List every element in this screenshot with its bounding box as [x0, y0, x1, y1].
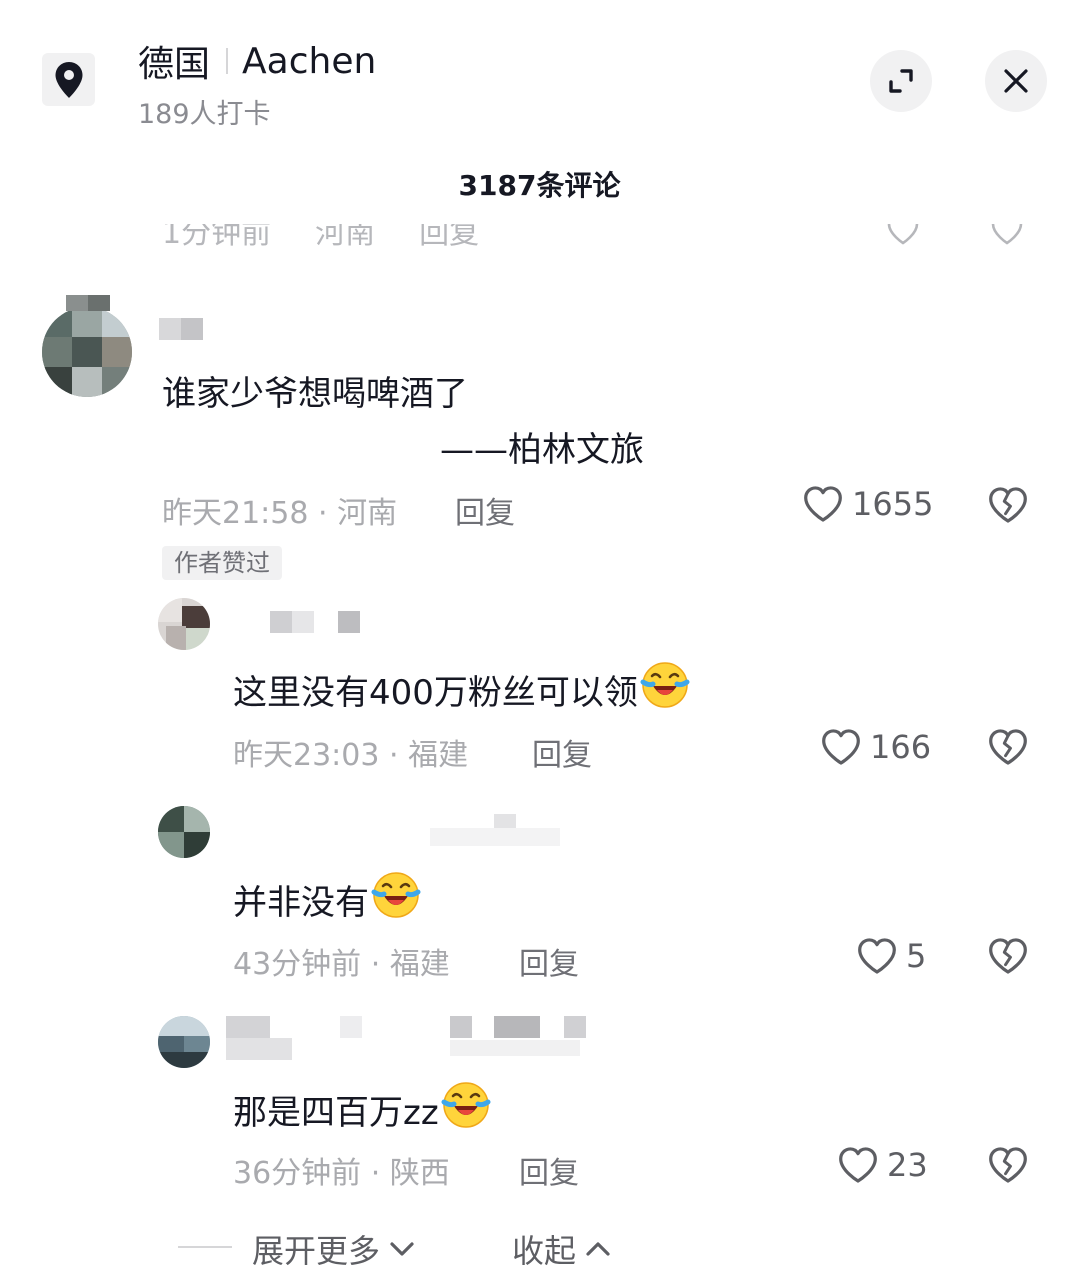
username-pixelated[interactable]: [430, 814, 570, 848]
comment-location: 河南: [337, 496, 398, 531]
comment-time: 昨天23:03: [233, 738, 380, 773]
dislike-button[interactable]: [987, 727, 1029, 771]
comment-count-title: 3187条评论: [458, 169, 621, 202]
broken-heart-icon: [989, 938, 1027, 974]
like-button[interactable]: 1655: [802, 484, 933, 524]
comment-meta: 43分钟前 · 福建: [233, 947, 450, 982]
dislike-button[interactable]: [987, 485, 1029, 529]
comment-location: 陕西: [389, 1156, 450, 1191]
reply-button[interactable]: 回复: [455, 488, 515, 532]
close-button[interactable]: [985, 50, 1047, 112]
crying-laughing-emoji: [371, 872, 421, 918]
comment-text: 这里没有400万粉丝可以领: [233, 660, 690, 714]
comment-location: 福建: [408, 738, 469, 773]
comment-text: 那是四百万zz: [233, 1080, 491, 1134]
crying-laughing-emoji: [441, 1082, 491, 1128]
broken-heart-icon: [989, 729, 1027, 765]
username-pixelated[interactable]: [66, 295, 136, 315]
crying-laughing-emoji: [640, 662, 690, 708]
like-button[interactable]: 5: [856, 936, 926, 976]
scrolled-away-row: 1分钟前 河南 回复: [0, 224, 1079, 250]
like-count: 23: [887, 1146, 928, 1184]
title-divider: [226, 48, 229, 74]
heart-icon: [839, 1147, 877, 1183]
country-name: 德国: [138, 44, 211, 85]
city-name: Aachen: [242, 40, 377, 82]
comments-sheet: 德国 Aachen 189人打卡 3187条评论 1分钟前 河南 回复 谁家少爷…: [0, 0, 1079, 1273]
avatar[interactable]: [158, 598, 210, 650]
username-pixelated[interactable]: [226, 1014, 586, 1060]
comment-meta: 昨天23:03 · 福建: [233, 738, 469, 773]
heart-icon: [804, 486, 842, 522]
checkin-count: 189人打卡: [138, 99, 271, 130]
like-count: 166: [870, 728, 932, 766]
replies-divider: [178, 1246, 232, 1248]
like-button[interactable]: 166: [820, 727, 931, 767]
chevron-up-icon: [586, 1242, 610, 1256]
expand-button[interactable]: [870, 50, 932, 112]
avatar[interactable]: [158, 1016, 210, 1068]
heart-icon: [858, 938, 896, 974]
like-count: 1655: [852, 485, 934, 523]
collapse-button[interactable]: 收起: [512, 1226, 612, 1272]
avatar[interactable]: [42, 307, 132, 397]
broken-heart-icon: [989, 487, 1027, 523]
comment-text: ——柏林文旅: [440, 430, 644, 470]
comment-time: 36分钟前: [233, 1156, 362, 1191]
expand-more-button[interactable]: 展开更多: [252, 1226, 416, 1272]
comment-time: 昨天21:58: [162, 496, 309, 531]
reply-button[interactable]: 回复: [519, 1148, 579, 1192]
like-count: 5: [906, 937, 927, 975]
expand-icon: [889, 69, 913, 93]
reply-button[interactable]: 回复: [532, 730, 592, 774]
location-title[interactable]: 德国 Aachen: [138, 38, 377, 86]
dislike-button[interactable]: [987, 936, 1029, 980]
like-button[interactable]: 23: [837, 1145, 928, 1185]
dislike-button[interactable]: [987, 1145, 1029, 1189]
location-pin-icon[interactable]: [42, 53, 95, 106]
comment-meta: 36分钟前 · 陕西: [233, 1156, 450, 1191]
heart-icon: [822, 729, 860, 765]
comment-meta: 昨天21:58 · 河南: [162, 496, 398, 531]
chevron-down-icon: [390, 1242, 414, 1256]
username-pixelated[interactable]: [159, 318, 205, 340]
comment-text: 谁家少爷想喝啤酒了: [162, 374, 468, 414]
reply-button[interactable]: 回复: [519, 939, 579, 983]
close-icon: [1004, 69, 1028, 93]
author-liked-badge: 作者赞过: [162, 546, 282, 580]
avatar[interactable]: [158, 806, 210, 858]
comment-location: 福建: [389, 947, 450, 982]
username-pixelated[interactable]: [270, 611, 362, 633]
comment-time: 43分钟前: [233, 947, 362, 982]
broken-heart-icon: [989, 1147, 1027, 1183]
comment-text: 并非没有: [233, 870, 421, 924]
